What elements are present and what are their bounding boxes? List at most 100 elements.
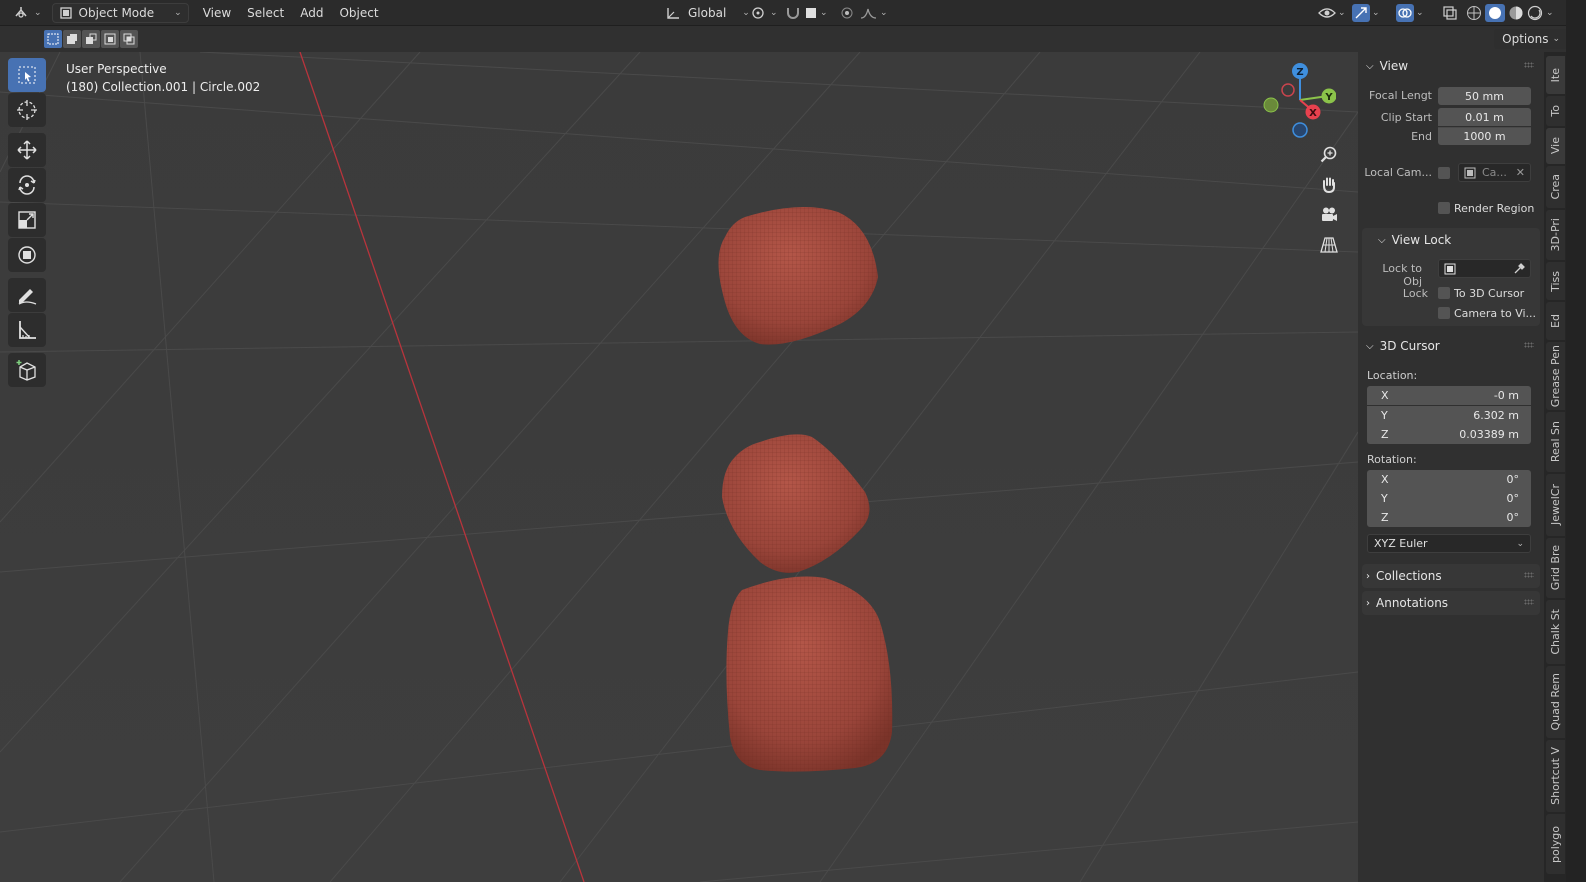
menu-add[interactable]: Add bbox=[292, 6, 331, 20]
tab-item[interactable]: Ite bbox=[1546, 56, 1565, 94]
neg-z-axis-handle[interactable] bbox=[1292, 122, 1308, 138]
transform-tool[interactable] bbox=[8, 238, 46, 272]
tab-quad-remesher[interactable]: Quad Rem bbox=[1546, 666, 1565, 738]
menu-select[interactable]: Select bbox=[239, 6, 292, 20]
xray-toggle[interactable] bbox=[1438, 3, 1462, 23]
cursor-rotation-y[interactable]: Y 0° bbox=[1367, 489, 1531, 508]
annotations-panel-header[interactable]: › Annotations bbox=[1366, 591, 1536, 615]
select-subtract-icon[interactable] bbox=[82, 30, 100, 48]
snap-increment-icon bbox=[806, 7, 816, 18]
cursor-location-z[interactable]: Z 0.03389 m bbox=[1367, 425, 1531, 444]
drag-handle-icon[interactable] bbox=[1524, 599, 1534, 605]
clip-start-field[interactable]: 0.01 m bbox=[1438, 108, 1531, 126]
axis-value: 0° bbox=[1506, 511, 1520, 524]
eyedropper-icon[interactable] bbox=[1513, 262, 1525, 275]
tab-3d-print[interactable]: 3D-Pri bbox=[1546, 210, 1565, 260]
pan-button[interactable] bbox=[1317, 173, 1341, 197]
navigation-gizmo[interactable]: Z Y X bbox=[1256, 62, 1336, 142]
drag-handle-icon[interactable] bbox=[1524, 342, 1534, 348]
annotate-tool[interactable] bbox=[8, 278, 46, 312]
collections-panel-header[interactable]: › Collections bbox=[1366, 564, 1536, 588]
chevron-down-icon: ⌄ bbox=[1552, 34, 1560, 44]
proportional-edit-toggle[interactable] bbox=[836, 3, 858, 23]
drag-handle-icon[interactable] bbox=[1524, 62, 1534, 68]
neg-y-axis-handle[interactable] bbox=[1263, 97, 1279, 113]
rendered-shading-icon[interactable] bbox=[1527, 5, 1543, 21]
cursor-location-x[interactable]: X -0 m bbox=[1367, 386, 1531, 405]
ortho-toggle-button[interactable] bbox=[1317, 233, 1341, 257]
tab-grid-break[interactable]: Grid Bre bbox=[1546, 538, 1565, 598]
zoom-button[interactable] bbox=[1317, 143, 1341, 167]
3d-viewport[interactable]: User Perspective (180) Collection.001 | … bbox=[0, 52, 1358, 882]
lock-to-3d-cursor-checkbox[interactable] bbox=[1438, 287, 1450, 299]
rotation-mode-select[interactable]: XYZ Euler ⌄ bbox=[1367, 534, 1531, 553]
pivot-point-button[interactable]: ⌄ bbox=[746, 3, 782, 23]
rotate-tool[interactable] bbox=[8, 168, 46, 202]
select-new-icon[interactable] bbox=[44, 30, 62, 48]
gizmo-toggle[interactable]: ⌄ bbox=[1348, 3, 1384, 23]
tab-jewelcraft[interactable]: JewelCr bbox=[1546, 474, 1565, 536]
select-invert-icon[interactable] bbox=[101, 30, 119, 48]
chevron-down-icon: ⌄ bbox=[174, 7, 182, 18]
add-cube-icon bbox=[16, 360, 36, 381]
lock-to-object-field[interactable] bbox=[1438, 259, 1531, 278]
neg-x-axis-handle[interactable] bbox=[1281, 83, 1295, 97]
cursor-rotation-x[interactable]: X 0° bbox=[1367, 470, 1531, 489]
transform-orientation-select[interactable]: Global ⌄ bbox=[662, 3, 754, 23]
select-box-tool[interactable] bbox=[8, 58, 46, 92]
editor-type-button[interactable]: ⌄ bbox=[10, 3, 46, 23]
mode-label: Object Mode bbox=[78, 5, 155, 20]
tab-polygon[interactable]: polygo bbox=[1546, 814, 1565, 874]
menu-view[interactable]: View bbox=[195, 6, 239, 20]
tab-shortcut-vur[interactable]: Shortcut V bbox=[1546, 740, 1565, 812]
scale-tool[interactable] bbox=[8, 203, 46, 237]
solid-shading-icon[interactable] bbox=[1485, 3, 1505, 22]
clip-end-field[interactable]: 1000 m bbox=[1438, 127, 1531, 145]
tab-grease-pencil[interactable]: Grease Pen bbox=[1546, 342, 1565, 410]
annotations-panel-title: Annotations bbox=[1376, 596, 1449, 610]
clear-icon[interactable]: ✕ bbox=[1516, 166, 1525, 179]
falloff-curve-icon bbox=[860, 8, 877, 19]
axis-label: Y bbox=[1381, 492, 1388, 505]
cursor-rotation-z[interactable]: Z 0° bbox=[1367, 508, 1531, 527]
chevron-down-icon: ⌄ bbox=[1516, 538, 1524, 549]
options-button[interactable]: Options ⌄ bbox=[1494, 29, 1568, 49]
select-intersect-icon[interactable] bbox=[120, 30, 138, 48]
move-tool[interactable] bbox=[8, 133, 46, 167]
cursor-tool[interactable] bbox=[8, 93, 46, 127]
axis-label: Z bbox=[1381, 428, 1389, 441]
chevron-down-icon[interactable]: ⌄ bbox=[1546, 8, 1554, 18]
camera-to-view-checkbox[interactable] bbox=[1438, 307, 1450, 319]
tab-create[interactable]: Crea bbox=[1546, 166, 1565, 208]
measure-tool[interactable] bbox=[8, 313, 46, 347]
view-panel-header[interactable]: ⌵ View bbox=[1366, 54, 1536, 78]
view-lock-header[interactable]: ⌵ View Lock bbox=[1378, 228, 1528, 252]
local-camera-checkbox[interactable] bbox=[1438, 167, 1450, 179]
drag-handle-icon[interactable] bbox=[1524, 572, 1534, 578]
cursor-location-y[interactable]: Y 6.302 m bbox=[1367, 406, 1531, 425]
local-camera-field[interactable]: Ca... ✕ bbox=[1458, 163, 1531, 182]
overlays-toggle[interactable]: ⌄ bbox=[1392, 3, 1428, 23]
object-cube-bottom[interactable] bbox=[726, 576, 893, 772]
mode-select[interactable]: Object Mode ⌄ bbox=[51, 2, 189, 23]
material-shading-icon[interactable] bbox=[1508, 5, 1524, 21]
menu-object[interactable]: Object bbox=[331, 6, 386, 20]
visibility-select[interactable]: ⌄ bbox=[1314, 3, 1350, 23]
focal-length-field[interactable]: 50 mm bbox=[1438, 87, 1531, 105]
tab-view[interactable]: Vie bbox=[1546, 128, 1565, 164]
wireframe-shading-icon[interactable] bbox=[1466, 5, 1482, 21]
tab-label: Tiss bbox=[1549, 270, 1562, 292]
scale-icon bbox=[18, 211, 36, 229]
camera-view-button[interactable] bbox=[1317, 203, 1341, 227]
tab-real-snow[interactable]: Real Sn bbox=[1546, 412, 1565, 472]
snap-target-select[interactable]: ⌄ bbox=[800, 3, 832, 23]
3d-cursor-panel-header[interactable]: ⌵ 3D Cursor bbox=[1366, 334, 1536, 358]
tab-edit[interactable]: Ed bbox=[1546, 302, 1565, 340]
tab-tool[interactable]: To bbox=[1546, 96, 1565, 126]
tab-tissue[interactable]: Tiss bbox=[1546, 262, 1565, 300]
add-cube-tool[interactable] bbox=[8, 353, 46, 387]
proportional-falloff-select[interactable]: ⌄ bbox=[856, 3, 892, 23]
select-extend-icon[interactable] bbox=[63, 30, 81, 48]
render-region-checkbox[interactable] bbox=[1438, 202, 1450, 214]
tab-chalk-studio[interactable]: Chalk St bbox=[1546, 600, 1565, 664]
